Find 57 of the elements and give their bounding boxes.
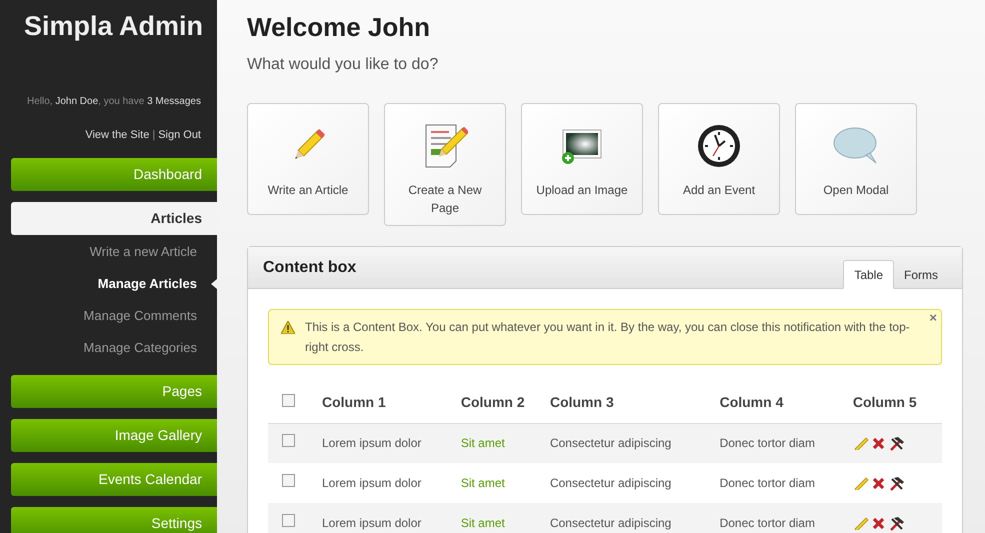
subnav-item[interactable]: Manage Articles [98, 274, 211, 294]
page-title: Welcome John [247, 11, 432, 44]
column-header: Column 1 [322, 383, 461, 423]
edit-pencil-icon[interactable] [852, 476, 869, 490]
subnav-item[interactable]: Manage Comments [84, 306, 211, 326]
notification-text: This is a Content Box. You can put whatever you want in it. By the way, you can close this notification with the top-right cross. [305, 319, 911, 356]
warning-icon [281, 321, 295, 334]
table-cell: Consectetur adipiscing [550, 503, 720, 533]
tab[interactable]: Forms [894, 260, 948, 289]
hammer-icon[interactable] [888, 516, 905, 530]
shortcut-button[interactable]: Write an Article [247, 103, 369, 215]
table-cell: Lorem ipsum dolor [322, 423, 461, 463]
close-button[interactable]: × [929, 311, 937, 324]
user-link[interactable]: John Doe [55, 96, 98, 107]
separator-text: | [152, 129, 156, 141]
page-subtitle: What would you like to do? [247, 55, 440, 75]
sign-out-link[interactable]: Sign Out [158, 129, 201, 141]
messages-link[interactable]: 3 Messages [147, 96, 201, 107]
tab[interactable]: Table [843, 260, 894, 289]
column-header: Column 2 [460, 383, 550, 423]
column-header: Column 3 [550, 383, 720, 423]
table-cell: Donec tortor diam [720, 503, 853, 533]
checkbox[interactable] [282, 474, 295, 487]
table-cell: Donec tortor diam [720, 463, 853, 503]
subnav-item[interactable]: Write a new Article [90, 242, 211, 262]
hammer-icon[interactable] [888, 436, 905, 451]
checkbox[interactable] [282, 434, 295, 448]
shortcut-button[interactable]: Create a New Page [384, 103, 506, 226]
table-cell: Consectetur adipiscing [550, 423, 720, 463]
delete-cross-icon[interactable] [872, 476, 885, 490]
shortcut-button[interactable]: Add an Event [658, 103, 780, 215]
delete-cross-icon[interactable] [872, 516, 885, 530]
table-cell: Sit amet [460, 423, 550, 463]
column-header: Column 5 [852, 383, 942, 423]
shortcut-button[interactable]: Open Modal [795, 103, 917, 215]
hammer-icon[interactable] [888, 476, 905, 490]
logo: Simpla Admin [22, 10, 204, 42]
greeting-text: , you have [98, 96, 146, 107]
edit-pencil-icon[interactable] [852, 436, 869, 450]
column-header: Column 4 [720, 383, 853, 423]
subnav-item[interactable]: Manage Categories [84, 338, 211, 358]
greeting-text: Hello, [26, 96, 54, 107]
table-cell: Donec tortor diam [720, 423, 853, 463]
edit-pencil-icon[interactable] [852, 516, 869, 530]
checkbox[interactable] [282, 514, 295, 527]
delete-cross-icon[interactable] [872, 436, 885, 450]
nav-item[interactable]: Articles [11, 202, 217, 234]
table-cell: Lorem ipsum dolor [322, 463, 461, 503]
table-cell: Consectetur adipiscing [550, 463, 720, 503]
table-cell: Lorem ipsum dolor [322, 503, 461, 533]
view-site-link[interactable]: View the Site [85, 129, 150, 141]
clock-icon [696, 123, 742, 169]
content-box-title: Content box [263, 258, 356, 278]
shortcut-button[interactable]: Upload an Image [521, 103, 643, 215]
table-cell: Sit amet [460, 463, 550, 503]
checkbox[interactable] [282, 394, 295, 407]
table-cell: Sit amet [460, 503, 550, 533]
